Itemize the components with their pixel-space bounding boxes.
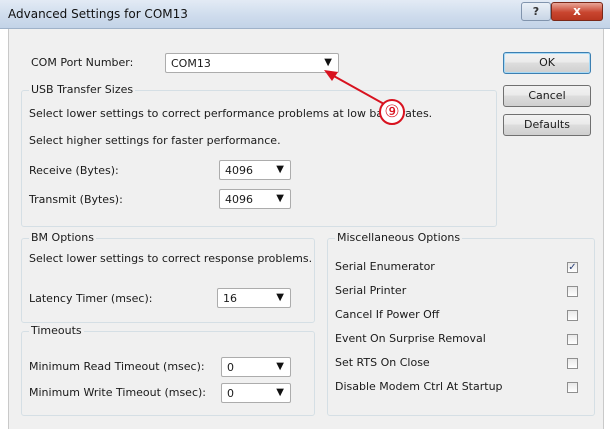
annotation-arrow bbox=[324, 70, 385, 105]
annotation-marker: ⑨ bbox=[379, 99, 405, 125]
